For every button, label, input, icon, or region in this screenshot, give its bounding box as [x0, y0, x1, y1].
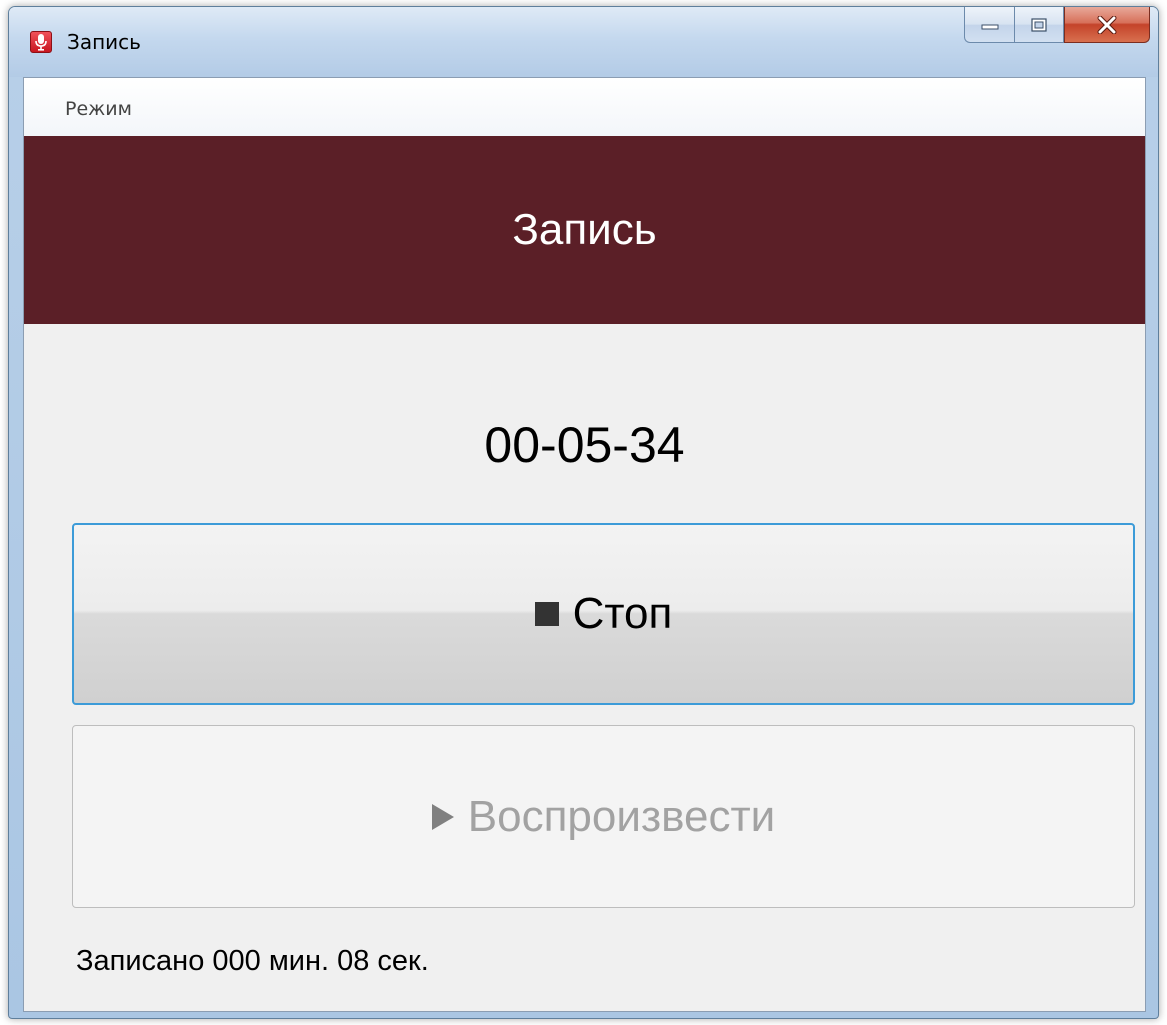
caption-buttons: [964, 7, 1150, 43]
play-icon: [431, 803, 454, 830]
play-button[interactable]: Воспроизвести: [72, 725, 1135, 908]
stop-button[interactable]: Стоп: [72, 523, 1135, 705]
title-bar[interactable]: Запись: [9, 7, 1158, 77]
app-window: Запись Режим Запись 00-05-34 Стоп Воспро…: [8, 6, 1159, 1019]
maximize-icon: [1031, 17, 1047, 32]
maximize-button[interactable]: [1014, 7, 1064, 43]
recording-timer: 00-05-34: [484, 417, 685, 473]
menu-bar: Режим: [24, 78, 1145, 136]
close-button[interactable]: [1064, 7, 1150, 43]
close-icon: [1097, 15, 1117, 34]
menu-item-mode[interactable]: Режим: [65, 98, 132, 120]
banner-title: Запись: [512, 205, 657, 254]
window-title: Запись: [67, 30, 141, 54]
stop-icon: [534, 602, 559, 626]
status-text: Записано 000 мин. 08 сек.: [76, 945, 429, 977]
minimize-icon: [981, 24, 998, 29]
client-area: Режим Запись 00-05-34 Стоп Воспроизвести…: [23, 77, 1146, 1012]
stop-button-label: Стоп: [572, 589, 673, 638]
header-banner: Запись: [24, 136, 1145, 324]
microphone-icon: [30, 31, 52, 53]
play-button-label: Воспроизвести: [467, 791, 776, 841]
minimize-button[interactable]: [964, 7, 1014, 43]
